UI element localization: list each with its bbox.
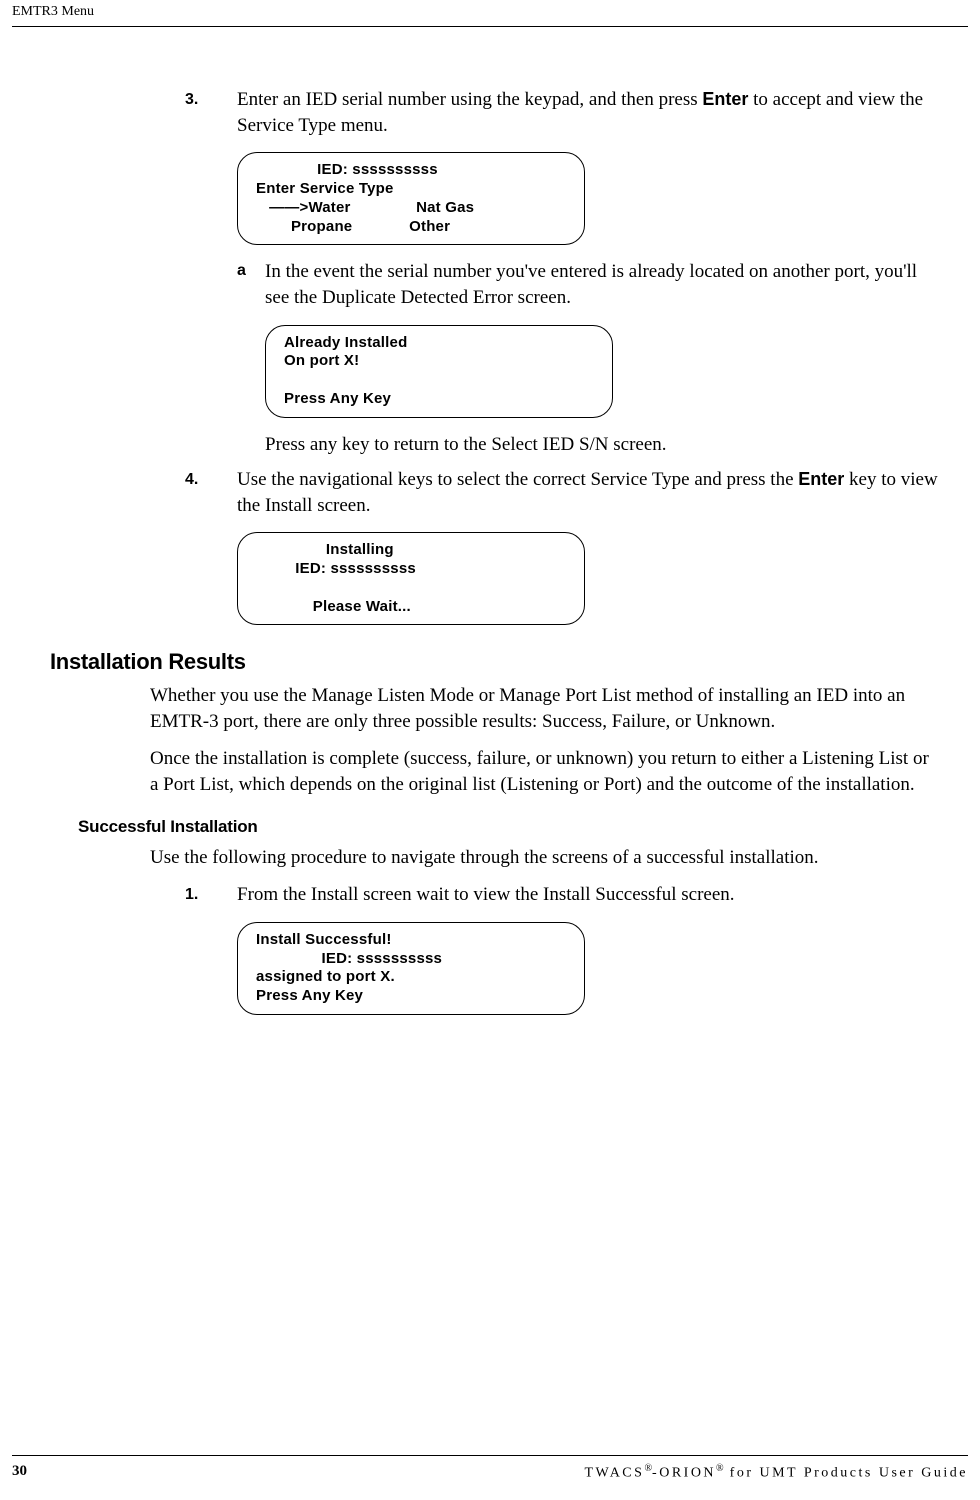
paragraph: Once the installation is complete (succe…	[150, 746, 940, 797]
heading-installation-results: Installation Results	[50, 647, 940, 677]
registered-mark: ®	[644, 1463, 652, 1474]
heading-successful-installation: Successful Installation	[78, 816, 940, 839]
screen-install-success-container: Install Successful! IED: ssssssssss assi…	[237, 922, 940, 1015]
step-number: 4.	[40, 467, 237, 518]
paragraph: Whether you use the Manage Listen Mode o…	[150, 683, 940, 734]
page-content: 3. Enter an IED serial number using the …	[0, 27, 980, 1015]
step-3: 3. Enter an IED serial number using the …	[40, 87, 940, 138]
footer-rule	[12, 1455, 968, 1456]
footer-title-part: -ORION	[652, 1466, 716, 1481]
enter-key-label: Enter	[798, 469, 844, 489]
substep-letter: a	[237, 259, 265, 310]
screen-already-installed: Already Installed On port X! Press Any K…	[265, 325, 613, 418]
footer-title-part: for UMT Products User Guide	[724, 1466, 968, 1481]
screen-service-type: IED: ssssssssss Enter Service Type ——>Wa…	[237, 152, 585, 245]
substep-after-text: Press any key to return to the Select IE…	[265, 432, 940, 458]
paragraph: Use the following procedure to navigate …	[150, 845, 940, 871]
step-body: From the Install screen wait to view the…	[237, 882, 940, 908]
step-text: Use the navigational keys to select the …	[237, 469, 798, 490]
enter-key-label: Enter	[702, 89, 748, 109]
page-footer: 30 TWACS®-ORION® for UMT Products User G…	[12, 1455, 968, 1482]
page-number: 30	[12, 1463, 27, 1482]
substep-text: In the event the serial number you've en…	[265, 259, 940, 310]
screen-already-installed-container: Already Installed On port X! Press Any K…	[265, 325, 940, 418]
step-body: Use the navigational keys to select the …	[237, 467, 940, 518]
step-body: Enter an IED serial number using the key…	[237, 87, 940, 138]
step-1b: 1. From the Install screen wait to view …	[40, 882, 940, 908]
header-section-label: EMTR3 Menu	[0, 0, 980, 26]
step-number: 3.	[40, 87, 237, 138]
registered-mark: ®	[716, 1463, 724, 1474]
step-4: 4. Use the navigational keys to select t…	[40, 467, 940, 518]
footer-row: 30 TWACS®-ORION® for UMT Products User G…	[12, 1463, 968, 1482]
footer-title: TWACS®-ORION® for UMT Products User Guid…	[584, 1463, 968, 1482]
screen-install-success: Install Successful! IED: ssssssssss assi…	[237, 922, 585, 1015]
substep-a: a In the event the serial number you've …	[237, 259, 940, 310]
footer-title-part: TWACS	[584, 1466, 644, 1481]
screen-service-type-container: IED: ssssssssss Enter Service Type ——>Wa…	[237, 152, 940, 245]
step-text: Enter an IED serial number using the key…	[237, 89, 702, 110]
screen-installing: Installing IED: ssssssssss Please Wait..…	[237, 532, 585, 625]
step-3-substeps: a In the event the serial number you've …	[237, 259, 940, 310]
step-number: 1.	[40, 882, 237, 908]
screen-installing-container: Installing IED: ssssssssss Please Wait..…	[237, 532, 940, 625]
